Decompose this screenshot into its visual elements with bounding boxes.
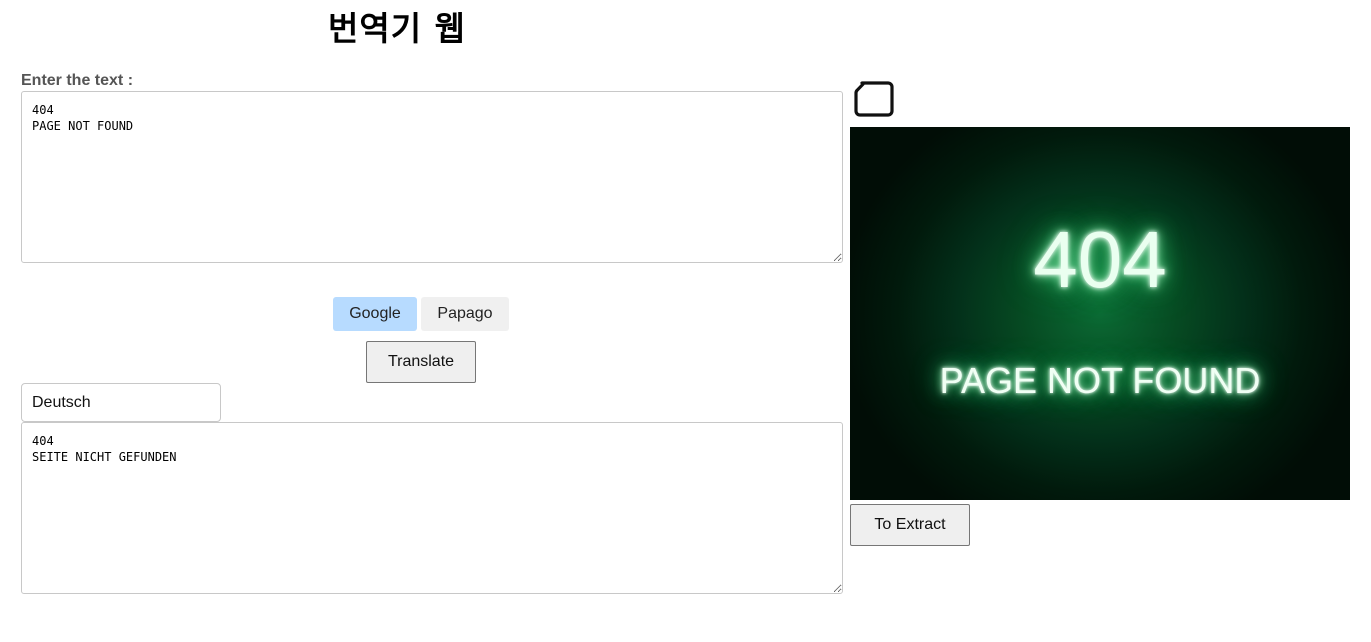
google-engine-button[interactable]: Google [333,297,417,331]
source-text-area[interactable] [21,91,843,263]
image-404-text: 404 [1033,215,1167,304]
image-page-not-found-text: PAGE NOT FOUND [939,360,1261,401]
translate-button[interactable]: Translate [366,341,476,383]
extract-text-button[interactable]: To Extract [850,504,970,546]
source-text-label: Enter the text : [21,72,134,89]
target-language-input[interactable] [21,383,221,422]
translated-text-area[interactable] [21,422,843,594]
uploaded-image-preview: 404 PAGE NOT FOUND [850,127,1350,500]
folder-icon-graphic [854,81,894,117]
translator-page: 번역기 웹 Enter the text : Google Papago Tra… [0,0,1371,642]
papago-engine-button[interactable]: Papago [421,297,509,331]
page-title: 번역기 웹 [328,9,466,48]
folder-icon[interactable] [854,77,896,119]
